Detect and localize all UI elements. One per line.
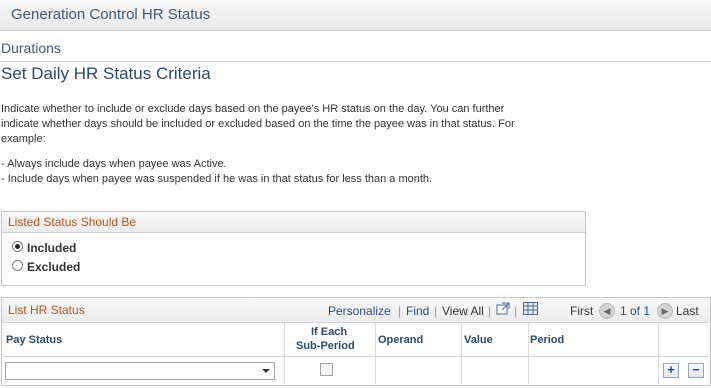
col-operand: Operand bbox=[376, 323, 462, 356]
radio-label: Included bbox=[27, 241, 77, 255]
table-row: + − bbox=[2, 356, 710, 384]
title-bar: Generation Control HR Status bbox=[0, 0, 711, 31]
col-label: Sub-Period bbox=[296, 340, 355, 352]
cell-operand bbox=[376, 356, 462, 384]
instructions: Indicate whether to include or exclude d… bbox=[1, 102, 601, 187]
new-window-icon[interactable] bbox=[496, 302, 510, 315]
grid-title: List HR Status bbox=[8, 303, 85, 317]
separator: | bbox=[488, 304, 492, 318]
find-link[interactable]: Find bbox=[406, 304, 429, 318]
col-pay-status: Pay Status bbox=[2, 323, 285, 356]
instructions-line-2: indicate whether days should be included… bbox=[1, 118, 515, 130]
page-header-title: Generation Control HR Status bbox=[11, 6, 211, 23]
section-header: Durations bbox=[0, 38, 711, 62]
col-period: Period bbox=[529, 323, 659, 356]
instructions-line-3: example: bbox=[1, 133, 46, 145]
listed-status-group: Listed Status Should Be Included Exclude… bbox=[1, 211, 586, 286]
col-label: Value bbox=[464, 334, 493, 346]
cell-value bbox=[462, 356, 529, 384]
personalize-link[interactable]: Personalize bbox=[328, 304, 391, 318]
view-all-link[interactable]: View All bbox=[442, 304, 484, 318]
grid-column-headers: Pay Status If Each Sub-Period Operand Va… bbox=[2, 322, 710, 357]
radio-button-icon[interactable] bbox=[12, 241, 23, 253]
separator: | bbox=[398, 304, 402, 318]
spreadsheet-icon[interactable] bbox=[523, 302, 538, 315]
instructions-spacer bbox=[1, 147, 601, 157]
first-label: First bbox=[570, 304, 594, 318]
cell-pay-status bbox=[2, 356, 285, 384]
instructions-line-4: - Always include days when payee was Act… bbox=[1, 158, 227, 170]
col-value: Value bbox=[462, 323, 529, 356]
sub-period-checkbox[interactable] bbox=[320, 363, 333, 376]
section-title: Durations bbox=[1, 40, 61, 56]
separator: | bbox=[514, 304, 518, 318]
col-label: Period bbox=[530, 334, 565, 346]
group-header: Listed Status Should Be bbox=[2, 212, 585, 233]
cell-period bbox=[529, 356, 659, 384]
col-label: Operand bbox=[378, 334, 424, 346]
radio-included[interactable]: Included bbox=[12, 241, 76, 257]
cell-sub-period bbox=[285, 356, 376, 384]
instructions-line-1: Indicate whether to include or exclude d… bbox=[1, 103, 505, 115]
radio-button-icon[interactable] bbox=[12, 260, 23, 272]
radio-label: Excluded bbox=[27, 260, 81, 274]
pay-status-select[interactable] bbox=[5, 362, 275, 380]
last-label: Last bbox=[676, 304, 699, 318]
add-row-button[interactable]: + bbox=[663, 363, 679, 378]
group-title: Listed Status Should Be bbox=[8, 215, 137, 229]
radio-excluded[interactable]: Excluded bbox=[12, 260, 80, 276]
col-sub-period: If Each Sub-Period bbox=[285, 323, 376, 356]
col-label: Pay Status bbox=[6, 334, 63, 346]
grid-header: List HR Status Personalize | Find | View… bbox=[2, 298, 710, 322]
chevron-down-icon bbox=[262, 369, 270, 373]
next-arrow-icon[interactable]: ▶ bbox=[657, 303, 673, 319]
col-label: If Each bbox=[311, 326, 348, 338]
instructions-line-5: - Include days when payee was suspended … bbox=[1, 173, 433, 185]
page-title: Set Daily HR Status Criteria bbox=[1, 64, 211, 83]
previous-arrow-icon[interactable]: ◀ bbox=[599, 303, 615, 319]
row-range: 1 of 1 bbox=[620, 304, 651, 318]
delete-row-button[interactable]: − bbox=[688, 363, 704, 378]
hr-status-grid: List HR Status Personalize | Find | View… bbox=[1, 297, 711, 386]
separator: | bbox=[434, 304, 438, 318]
